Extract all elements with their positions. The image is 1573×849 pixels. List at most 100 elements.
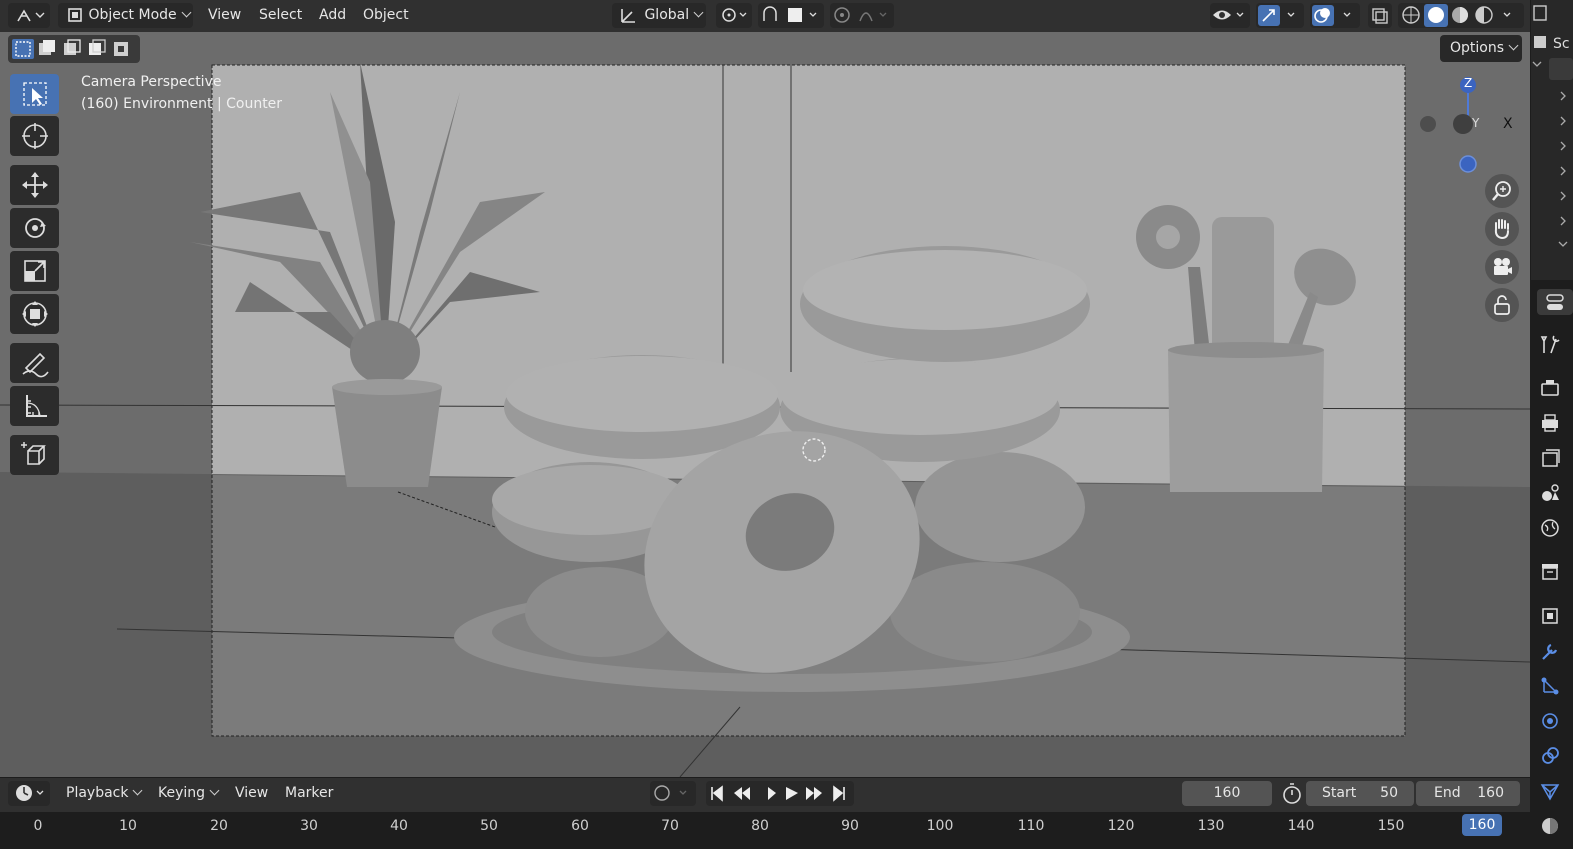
frame-tick: 100 <box>926 818 954 834</box>
toggle-icon <box>1546 294 1564 310</box>
timeline-menu-marker[interactable]: Marker <box>285 781 333 806</box>
zoom-button[interactable] <box>1485 174 1519 208</box>
measure-icon <box>25 395 47 417</box>
timeline-menu-playback[interactable]: Playback <box>66 781 143 806</box>
shading-modes[interactable] <box>1398 3 1524 28</box>
tab-world[interactable] <box>1537 515 1563 541</box>
proportional-edit[interactable] <box>830 3 894 28</box>
frame-tick: 40 <box>390 818 408 834</box>
image-layers-icon <box>1542 449 1560 467</box>
xray-toggle[interactable] <box>1368 3 1392 28</box>
start-frame-field[interactable]: Start 50 <box>1306 781 1414 806</box>
constraint-icon <box>1542 747 1559 764</box>
snap-dropdown[interactable] <box>758 3 824 28</box>
move-icon <box>21 172 48 198</box>
menu-add[interactable]: Add <box>319 3 346 28</box>
transform-tool-button[interactable] <box>10 294 59 334</box>
pivot-dropdown[interactable] <box>716 3 752 28</box>
tab-object[interactable] <box>1537 603 1563 629</box>
preview-range-toggle[interactable] <box>1280 781 1304 806</box>
orientation-icon <box>621 9 635 23</box>
transform-orientation-dropdown[interactable]: Global <box>612 3 706 28</box>
pan-button[interactable] <box>1485 212 1519 246</box>
pan-hand-icon <box>1494 219 1509 240</box>
options-dropdown[interactable]: Options <box>1440 35 1522 62</box>
frame-tick: 80 <box>751 818 769 834</box>
timeline-menu-keying[interactable]: Keying <box>158 781 220 806</box>
camera-view-button[interactable] <box>1485 250 1519 284</box>
scene-icon <box>1542 484 1559 501</box>
menu-object[interactable]: Object <box>363 3 409 28</box>
auto-keying-toggle[interactable] <box>650 781 696 806</box>
end-frame-field[interactable]: End 160 <box>1416 781 1520 806</box>
timeline-header: Playback Keying View Marker 160 Start 50 <box>0 778 1530 812</box>
tab-tool[interactable] <box>1537 331 1563 357</box>
menu-select[interactable]: Select <box>259 3 302 28</box>
tab-scene[interactable] <box>1537 480 1563 506</box>
playback-controls[interactable] <box>706 781 854 806</box>
select-tool-button[interactable] <box>10 74 59 114</box>
timeline-editor-type[interactable] <box>8 781 50 806</box>
3d-viewport[interactable]: Z Y X Options Camera Perspective (160) E… <box>0 32 1530 777</box>
menu-view[interactable]: View <box>208 3 241 28</box>
start-value: 50 <box>1380 785 1398 801</box>
object-square-icon <box>1542 608 1558 624</box>
rotate-tool-button[interactable] <box>10 208 59 248</box>
frame-tick: 120 <box>1107 818 1135 834</box>
tab-data[interactable] <box>1537 778 1563 804</box>
add-cube-tool-button[interactable] <box>10 435 59 475</box>
gizmo-icon <box>1258 5 1295 26</box>
clock-editor-icon <box>16 785 44 801</box>
tab-tool-settings[interactable] <box>1537 289 1573 315</box>
tab-material[interactable] <box>1537 813 1563 839</box>
wrench-screwdriver-icon <box>1540 335 1560 354</box>
overlays-toggle[interactable] <box>1310 3 1360 28</box>
tab-physics[interactable] <box>1537 708 1563 734</box>
pivot-icon <box>722 8 747 22</box>
select-mode-icons[interactable] <box>8 35 140 63</box>
gizmo-x-label: X <box>1503 116 1513 132</box>
camera-perspective-label: Camera Perspective <box>81 74 222 90</box>
tab-modifiers[interactable] <box>1537 638 1563 664</box>
scale-icon <box>23 260 46 282</box>
overlay-icon <box>1312 5 1351 26</box>
visibility-dropdown[interactable] <box>1210 3 1250 28</box>
eye-icon <box>1213 10 1244 20</box>
wrench-icon <box>1542 643 1558 660</box>
shading-icons <box>1402 4 1511 27</box>
orientation-label: Global <box>644 7 690 23</box>
tab-render[interactable] <box>1537 375 1563 401</box>
playhead-frame[interactable]: 160 <box>1462 814 1502 836</box>
end-label: End <box>1434 785 1461 801</box>
tab-output[interactable] <box>1537 410 1563 436</box>
editor-type-menu[interactable] <box>8 3 50 28</box>
cursor-tool-button[interactable] <box>10 116 59 156</box>
tab-particles[interactable] <box>1537 673 1563 699</box>
tab-collection[interactable] <box>1537 558 1563 584</box>
move-tool-button[interactable] <box>10 165 59 205</box>
annotate-tool-button[interactable] <box>10 343 59 383</box>
options-label: Options <box>1450 40 1505 56</box>
material-sphere-icon <box>1542 818 1558 834</box>
scale-tool-button[interactable] <box>10 251 59 291</box>
tab-constraints[interactable] <box>1537 743 1563 769</box>
object-mode-dropdown[interactable]: Object Mode <box>58 3 193 28</box>
gizmo-toggle[interactable] <box>1256 3 1304 28</box>
context-info-label: (160) Environment | Counter <box>81 96 283 112</box>
rotate-icon <box>24 218 46 238</box>
timeline-menu-view[interactable]: View <box>235 781 268 806</box>
measure-tool-button[interactable] <box>10 386 59 426</box>
snap-icon <box>763 6 817 22</box>
frame-tick: 50 <box>480 818 498 834</box>
lock-camera-button[interactable] <box>1485 288 1519 322</box>
current-frame-field[interactable]: 160 <box>1182 781 1272 806</box>
proportional-edit-icon <box>834 7 887 23</box>
frame-tick: 60 <box>571 818 589 834</box>
frame-tick: 130 <box>1197 818 1225 834</box>
add-cube-icon <box>20 442 46 465</box>
tab-view-layer[interactable] <box>1537 445 1563 471</box>
gizmo-z-label: Z <box>1464 76 1473 90</box>
timeline-editor: Playback Keying View Marker 160 Start 50 <box>0 778 1530 849</box>
camera-back-icon <box>1541 380 1559 396</box>
viewport-header: Object Mode View Select Add Object Globa… <box>0 0 1530 32</box>
